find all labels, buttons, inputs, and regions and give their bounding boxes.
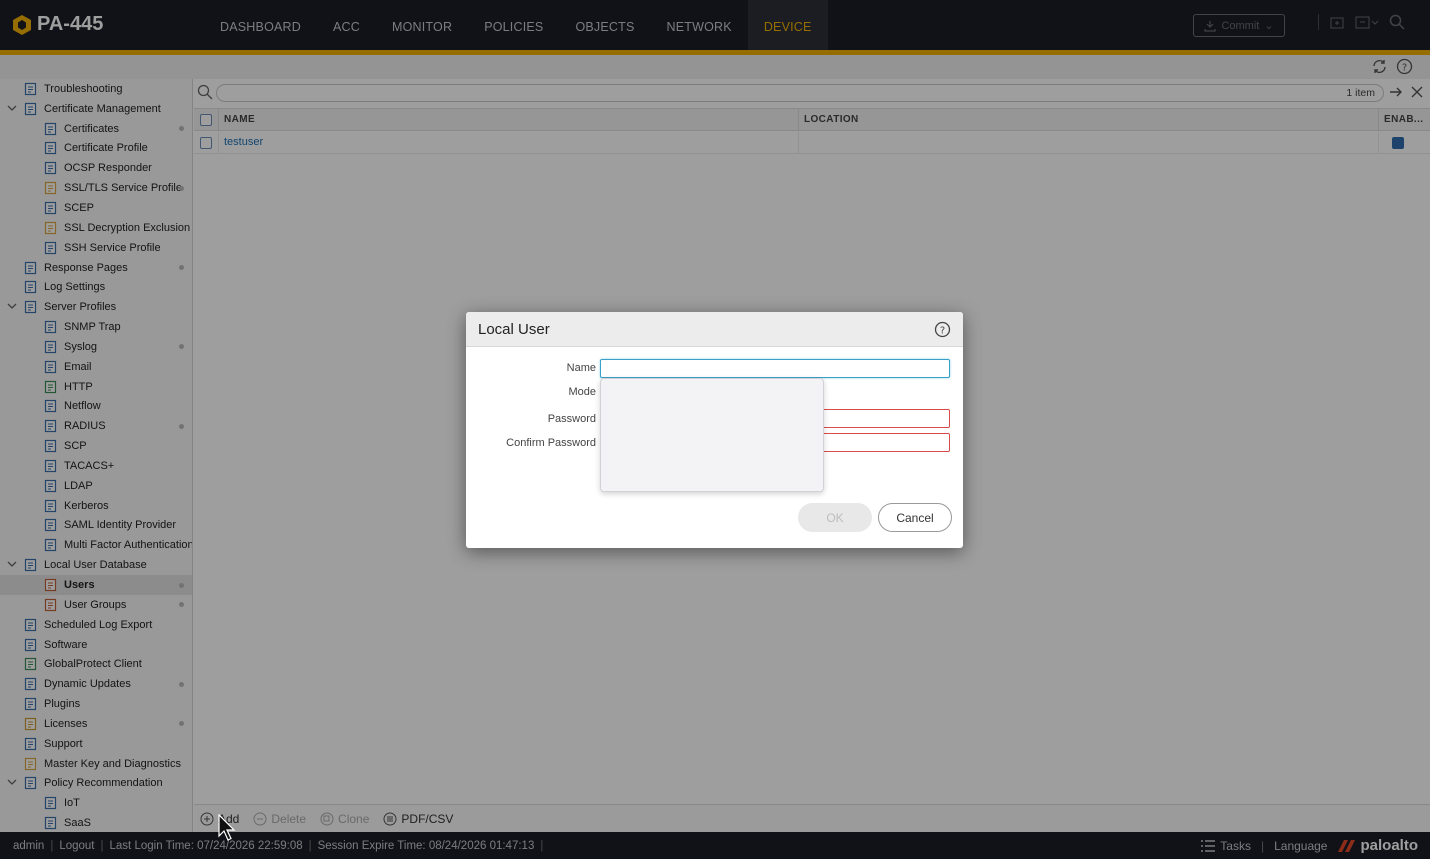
local-user-dialog: Local User ? Name Mode Password Confirm … xyxy=(466,312,963,548)
dialog-help-icon[interactable]: ? xyxy=(934,321,951,341)
dialog-header: Local User ? xyxy=(466,312,963,347)
ok-button[interactable]: OK xyxy=(798,503,872,532)
confirm-password-label: Confirm Password xyxy=(506,437,596,449)
name-label: Name xyxy=(566,362,596,374)
mode-label: Mode xyxy=(568,386,596,398)
svg-text:?: ? xyxy=(940,326,945,337)
mode-dropdown-popup[interactable] xyxy=(600,378,824,492)
dialog-title: Local User xyxy=(478,321,550,338)
password-label: Password xyxy=(547,413,596,425)
name-input[interactable] xyxy=(600,359,950,378)
mouse-cursor-icon xyxy=(218,814,236,841)
cancel-button[interactable]: Cancel xyxy=(878,503,952,532)
